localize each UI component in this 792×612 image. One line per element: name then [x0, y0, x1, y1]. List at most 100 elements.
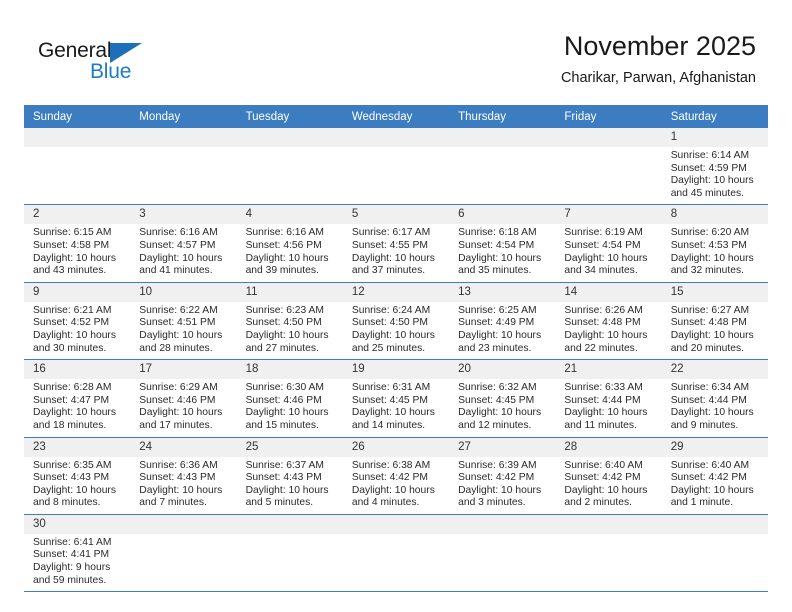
general-blue-logo[interactable]: General Blue [38, 39, 158, 85]
sunrise-text: Sunrise: 6:29 AM [139, 382, 218, 394]
day-details: Sunrise: 6:39 AM Sunset: 4:42 PM Daylight:… [449, 457, 555, 514]
sunset-text: Sunset: 4:50 PM [351, 317, 428, 329]
calendar-day-cell[interactable]: 14 Sunrise: 6:26 AM Sunset: 4:48 PM Dayligh… [555, 282, 662, 361]
daylight-text: Daylight: 10 hours and 9 minutes. [670, 407, 754, 431]
calendar-day-cell[interactable]: 12 Sunrise: 6:24 AM Sunset: 4:50 PM Dayligh… [342, 282, 450, 361]
calendar-day-cell-empty [661, 514, 768, 593]
calendar-day-cell[interactable]: 30 Sunrise: 6:41 AM Sunset: 4:41 PM Dayligh… [24, 514, 131, 593]
day-number: 22 [661, 360, 768, 380]
day-number: 7 [555, 205, 662, 225]
day-number: 9 [24, 282, 131, 302]
day-number [342, 514, 450, 534]
calendar-day-cell-empty [342, 128, 450, 206]
calendar-day-cell[interactable]: 23 Sunrise: 6:35 AM Sunset: 4:43 PM Dayligh… [24, 437, 131, 515]
page-subtitle: Charikar, Parwan, Afghanistan [560, 70, 756, 86]
calendar-day-cell[interactable]: 2 Sunrise: 6:15 AM Sunset: 4:58 PM Daylight… [24, 204, 131, 283]
calendar-day-cell-empty [236, 514, 343, 593]
day-details: Sunrise: 6:29 AM Sunset: 4:46 PM Daylight:… [130, 379, 236, 436]
calendar-day-cell[interactable]: 25 Sunrise: 6:37 AM Sunset: 4:43 PM Dayligh… [236, 437, 343, 515]
sunset-text: Sunset: 4:41 PM [33, 549, 110, 561]
calendar-day-cell[interactable]: 28 Sunrise: 6:40 AM Sunset: 4:42 PM Dayligh… [555, 437, 662, 515]
day-number [449, 128, 556, 147]
calendar-day-cell[interactable]: 13 Sunrise: 6:25 AM Sunset: 4:49 PM Dayligh… [449, 282, 556, 361]
calendar-day-cell[interactable]: 17 Sunrise: 6:29 AM Sunset: 4:46 PM Dayligh… [130, 359, 237, 438]
calendar-day-cell[interactable]: 3 Sunrise: 6:16 AM Sunset: 4:57 PM Daylight… [130, 204, 237, 283]
daylight-text: Daylight: 10 hours and 41 minutes. [139, 252, 223, 277]
calendar-header-row: Sunday Monday Tuesday Wednesday Thursday Frid… [24, 105, 768, 128]
calendar-day-cell-empty [449, 514, 556, 593]
sunrise-text: Sunrise: 6:18 AM [458, 227, 537, 239]
sunrise-text: Sunrise: 6:36 AM [139, 459, 218, 471]
daylight-text: Daylight: 9 hours and 59 minutes. [33, 562, 111, 586]
calendar-day-cell[interactable]: 29 Sunrise: 6:40 AM Sunset: 4:42 PM Dayligh… [661, 437, 768, 515]
calendar-day-cell[interactable]: 5 Sunrise: 6:17 AM Sunset: 4:55 PM Daylight… [342, 204, 450, 283]
day-number: 25 [236, 437, 343, 457]
daylight-text: Daylight: 10 hours and 3 minutes. [458, 484, 542, 509]
sunset-text: Sunset: 4:52 PM [33, 317, 110, 329]
day-details: Sunrise: 6:19 AM Sunset: 4:54 PM Daylight:… [555, 224, 661, 281]
day-details: Sunrise: 6:21 AM Sunset: 4:52 PM Daylight:… [24, 302, 130, 359]
calendar-day-cell[interactable]: 8 Sunrise: 6:20 AM Sunset: 4:53 PM Daylight… [661, 204, 768, 283]
calendar-day-cell[interactable]: 7 Sunrise: 6:19 AM Sunset: 4:54 PM Daylight… [555, 204, 662, 283]
title-block: November 2025 Charikar, Parwan, Afghanis… [561, 30, 756, 87]
day-details: Sunrise: 6:24 AM Sunset: 4:50 PM Daylight:… [343, 302, 449, 359]
calendar-day-cell[interactable]: 9 Sunrise: 6:21 AM Sunset: 4:52 PM Daylight… [24, 282, 131, 361]
calendar-day-cell[interactable]: 1 Sunrise: 6:14 AM Sunset: 4:59 PM Daylight… [661, 128, 768, 206]
calendar-page: General Blue November 2025 Charikar, Par… [0, 0, 792, 612]
sunset-text: Sunset: 4:44 PM [670, 394, 747, 406]
day-details: Sunrise: 6:38 AM Sunset: 4:42 PM Daylight:… [343, 457, 449, 514]
sunset-text: Sunset: 4:51 PM [139, 317, 216, 329]
day-number [130, 128, 237, 147]
calendar-day-cell[interactable]: 27 Sunrise: 6:39 AM Sunset: 4:42 PM Dayligh… [449, 437, 556, 515]
sunset-text: Sunset: 4:43 PM [245, 472, 322, 484]
day-details: Sunrise: 6:28 AM Sunset: 4:47 PM Daylight:… [24, 379, 130, 436]
day-details: Sunrise: 6:36 AM Sunset: 4:43 PM Daylight:… [130, 457, 236, 514]
daylight-text: Daylight: 10 hours and 34 minutes. [564, 252, 648, 277]
weekday-header-thursday: Thursday [449, 105, 556, 128]
sunset-text: Sunset: 4:47 PM [33, 394, 110, 406]
daylight-text: Daylight: 10 hours and 18 minutes. [33, 407, 116, 431]
day-details: Sunrise: 6:32 AM Sunset: 4:45 PM Daylight:… [449, 379, 555, 436]
day-number: 16 [24, 360, 131, 380]
day-number: 28 [555, 437, 662, 457]
daylight-text: Daylight: 10 hours and 11 minutes. [564, 407, 648, 431]
calendar-day-cell[interactable]: 21 Sunrise: 6:33 AM Sunset: 4:44 PM Dayligh… [555, 359, 662, 438]
day-number: 18 [236, 360, 343, 380]
day-number: 14 [555, 282, 662, 302]
day-number: 2 [24, 205, 131, 225]
calendar-day-cell-empty [236, 128, 343, 206]
calendar-day-cell-empty [555, 514, 662, 593]
day-number: 5 [342, 205, 450, 225]
day-number: 29 [661, 437, 768, 457]
calendar-day-cell[interactable]: 6 Sunrise: 6:18 AM Sunset: 4:54 PM Daylight… [449, 204, 556, 283]
calendar-day-cell[interactable]: 26 Sunrise: 6:38 AM Sunset: 4:42 PM Dayligh… [342, 437, 450, 515]
sunrise-text: Sunrise: 6:40 AM [670, 459, 750, 471]
daylight-text: Daylight: 10 hours and 37 minutes. [351, 252, 435, 277]
sunrise-text: Sunrise: 6:22 AM [139, 304, 218, 316]
calendar-day-cell[interactable]: 19 Sunrise: 6:31 AM Sunset: 4:45 PM Dayligh… [342, 359, 450, 438]
sunset-text: Sunset: 4:48 PM [670, 317, 747, 329]
sunset-text: Sunset: 4:54 PM [564, 239, 641, 251]
sunrise-sunset-calendar: Sunday Monday Tuesday Wednesday Thursday Frid… [24, 105, 768, 593]
sunrise-text: Sunrise: 6:14 AM [670, 150, 750, 161]
daylight-text: Daylight: 10 hours and 1 minute. [670, 484, 754, 509]
sunrise-text: Sunrise: 6:21 AM [33, 304, 112, 316]
calendar-day-cell[interactable]: 4 Sunrise: 6:16 AM Sunset: 4:56 PM Daylight… [236, 204, 343, 283]
calendar-day-cell[interactable]: 24 Sunrise: 6:36 AM Sunset: 4:43 PM Dayligh… [130, 437, 237, 515]
day-details: Sunrise: 6:37 AM Sunset: 4:43 PM Daylight:… [237, 457, 343, 514]
calendar-week-row: 16 Sunrise: 6:28 AM Sunset: 4:47 PM Dayligh… [24, 359, 768, 438]
calendar-day-cell[interactable]: 20 Sunrise: 6:32 AM Sunset: 4:45 PM Dayligh… [449, 359, 556, 438]
day-details: Sunrise: 6:35 AM Sunset: 4:43 PM Daylight:… [24, 457, 130, 514]
calendar-day-cell[interactable]: 15 Sunrise: 6:27 AM Sunset: 4:48 PM Dayligh… [661, 282, 768, 361]
calendar-day-cell[interactable]: 18 Sunrise: 6:30 AM Sunset: 4:46 PM Dayligh… [236, 359, 343, 438]
calendar-day-cell[interactable]: 10 Sunrise: 6:22 AM Sunset: 4:51 PM Dayligh… [130, 282, 237, 361]
day-number [449, 514, 556, 534]
sunrise-text: Sunrise: 6:38 AM [351, 459, 431, 471]
calendar-day-cell[interactable]: 22 Sunrise: 6:34 AM Sunset: 4:44 PM Dayligh… [661, 359, 768, 438]
daylight-text: Daylight: 10 hours and 14 minutes. [351, 407, 435, 431]
sunset-text: Sunset: 4:50 PM [245, 317, 322, 329]
calendar-day-cell[interactable]: 11 Sunrise: 6:23 AM Sunset: 4:50 PM Dayligh… [236, 282, 343, 361]
daylight-text: Daylight: 10 hours and 45 minutes. [670, 175, 754, 199]
calendar-day-cell[interactable]: 16 Sunrise: 6:28 AM Sunset: 4:47 PM Dayligh… [24, 359, 131, 438]
day-number: 15 [661, 282, 768, 302]
